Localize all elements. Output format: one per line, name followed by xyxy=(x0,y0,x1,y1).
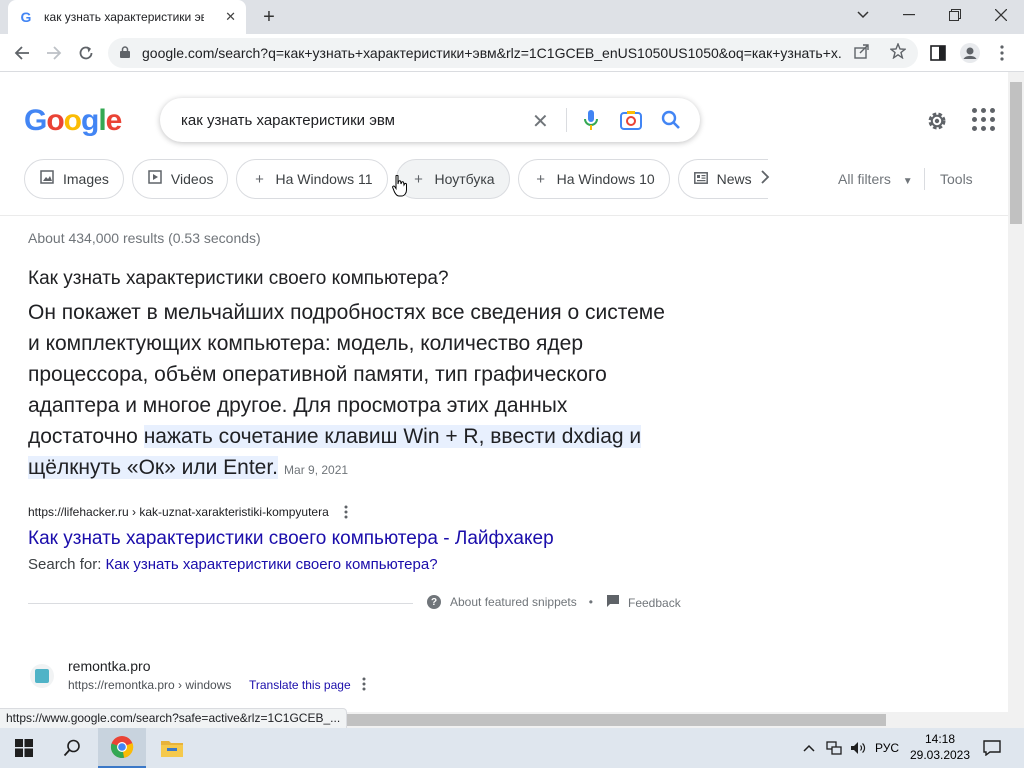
chip-label: На Windows 10 xyxy=(556,171,655,187)
snippet-source-title-link[interactable]: Как узнать характеристики своего компьют… xyxy=(28,528,554,550)
hand-cursor-icon xyxy=(392,174,408,202)
search-for-label: Search for: xyxy=(28,556,102,573)
caret-down-icon: ▼ xyxy=(902,176,913,187)
chip-label: На Windows 11 xyxy=(275,171,373,187)
taskbar-clock[interactable]: 14:18 29.03.2023 xyxy=(905,731,975,763)
featured-snippet-answer: Он покажет в мельчайших подробностях все… xyxy=(28,297,668,486)
search-box[interactable]: как узнать характеристики эвм ✕ xyxy=(160,98,700,142)
snippet-date: Mar 9, 2021 xyxy=(284,463,349,477)
feedback-icon xyxy=(607,595,619,610)
browser-window: G как узнать характеристики эвм ✕ + goog… xyxy=(0,0,1024,768)
about-snippets-label: About featured snippets xyxy=(450,595,577,609)
more-options-icon[interactable] xyxy=(344,505,348,522)
browser-toolbar: google.com/search?q=как+узнать+характери… xyxy=(0,34,1024,72)
profile-avatar[interactable] xyxy=(958,41,982,65)
taskbar-search-icon[interactable] xyxy=(58,728,86,768)
clock-time: 14:18 xyxy=(924,732,956,746)
reload-button[interactable] xyxy=(74,41,98,65)
all-filters-label: All filters xyxy=(838,171,891,187)
news-icon xyxy=(693,171,709,188)
clear-search-icon[interactable]: ✕ xyxy=(532,109,549,134)
filters-divider xyxy=(924,168,925,190)
taskbar-chrome-icon[interactable] xyxy=(98,728,146,768)
windows-taskbar xyxy=(0,728,1024,768)
notification-center-icon[interactable] xyxy=(980,728,1004,768)
chip-news[interactable]: News xyxy=(677,159,768,199)
site-favicon-icon xyxy=(30,664,54,688)
chip-windows-11[interactable]: + На Windows 11 xyxy=(236,159,388,199)
chip-videos[interactable]: Videos xyxy=(131,159,229,199)
chip-label: Ноутбука xyxy=(434,171,495,187)
header-divider xyxy=(0,215,1008,216)
close-tab-icon[interactable]: ✕ xyxy=(225,9,236,25)
search-divider xyxy=(566,108,567,132)
feedback-link[interactable]: Feedback xyxy=(607,595,681,610)
status-bar-url: https://www.google.com/search?safe=activ… xyxy=(0,708,348,730)
browser-menu-icon[interactable] xyxy=(990,41,1014,65)
microphone-icon[interactable] xyxy=(579,108,603,132)
new-tab-button[interactable]: + xyxy=(258,6,280,28)
search-for-link[interactable]: Как узнать характеристики своего компьют… xyxy=(106,556,438,573)
about-featured-snippets-link[interactable]: ? About featured snippets • xyxy=(427,595,605,609)
feedback-label: Feedback xyxy=(628,595,681,610)
restore-button[interactable] xyxy=(940,4,970,26)
taskbar-file-explorer-icon[interactable] xyxy=(156,728,188,768)
google-favicon-icon: G xyxy=(20,9,32,25)
tab-title: как узнать характеристики эвм xyxy=(44,10,204,24)
result-site-name[interactable]: remontka.pro xyxy=(68,658,150,674)
plus-icon: + xyxy=(255,170,264,188)
search-submit-icon[interactable] xyxy=(659,108,683,132)
windows-start-icon[interactable] xyxy=(10,728,38,768)
lock-icon[interactable] xyxy=(120,45,134,61)
bookmark-star-icon[interactable] xyxy=(889,42,907,63)
volume-icon[interactable] xyxy=(848,728,868,768)
google-logo[interactable]: Google xyxy=(24,104,122,138)
search-for-line: Search for: Как узнать характеристики св… xyxy=(28,556,438,573)
show-hidden-icons-icon[interactable] xyxy=(800,728,818,768)
share-icon[interactable] xyxy=(854,43,870,63)
address-bar[interactable]: google.com/search?q=как+узнать+характери… xyxy=(108,38,918,68)
url-text[interactable]: google.com/search?q=как+узнать+характери… xyxy=(142,45,842,61)
minimize-button[interactable] xyxy=(894,4,924,26)
all-filters-button[interactable]: All filters ▼ xyxy=(838,171,913,187)
plus-icon: + xyxy=(414,170,423,188)
forward-button[interactable] xyxy=(42,41,66,65)
camera-lens-icon[interactable] xyxy=(619,108,643,132)
close-window-button[interactable] xyxy=(986,4,1016,26)
play-icon xyxy=(147,170,163,188)
snippet-source-url[interactable]: https://lifehacker.ru › kak-uznat-xarakt… xyxy=(28,505,329,519)
browser-tab[interactable]: G как узнать характеристики эвм ✕ xyxy=(8,0,246,34)
translate-page-link[interactable]: Translate this page xyxy=(249,678,351,692)
chip-label: Images xyxy=(63,171,109,187)
featured-snippet-question: Как узнать характеристики своего компьют… xyxy=(28,268,449,289)
chip-label: Videos xyxy=(170,171,214,187)
chip-label: News xyxy=(716,171,752,187)
result-url[interactable]: https://remontka.pro › windows xyxy=(68,678,231,692)
tools-button[interactable]: Tools xyxy=(940,171,973,187)
clock-date: 29.03.2023 xyxy=(909,748,971,762)
gear-icon[interactable] xyxy=(924,108,950,134)
input-language-indicator[interactable]: РУС xyxy=(872,728,902,768)
dot-separator: • xyxy=(588,595,593,609)
more-options-icon[interactable] xyxy=(362,677,366,694)
chevron-right-icon[interactable] xyxy=(760,168,770,189)
tab-search-icon[interactable] xyxy=(848,4,878,26)
side-panel-icon[interactable] xyxy=(926,41,950,65)
search-input[interactable]: как узнать характеристики эвм xyxy=(181,112,521,129)
tab-strip: G как узнать характеристики эвм ✕ + xyxy=(0,0,1024,34)
image-icon xyxy=(39,170,55,188)
back-button[interactable] xyxy=(10,41,34,65)
google-apps-icon[interactable] xyxy=(972,108,996,132)
chip-images[interactable]: Images xyxy=(24,159,124,199)
help-icon: ? xyxy=(427,595,441,609)
result-stats: About 434,000 results (0.53 seconds) xyxy=(28,230,261,246)
plus-icon: + xyxy=(536,170,545,188)
chip-notebook[interactable]: + Ноутбука xyxy=(395,159,510,199)
chip-windows-10[interactable]: + На Windows 10 xyxy=(517,159,670,199)
snippet-divider xyxy=(28,603,413,604)
network-icon[interactable] xyxy=(824,728,844,768)
vertical-scroll-thumb[interactable] xyxy=(1010,82,1022,224)
